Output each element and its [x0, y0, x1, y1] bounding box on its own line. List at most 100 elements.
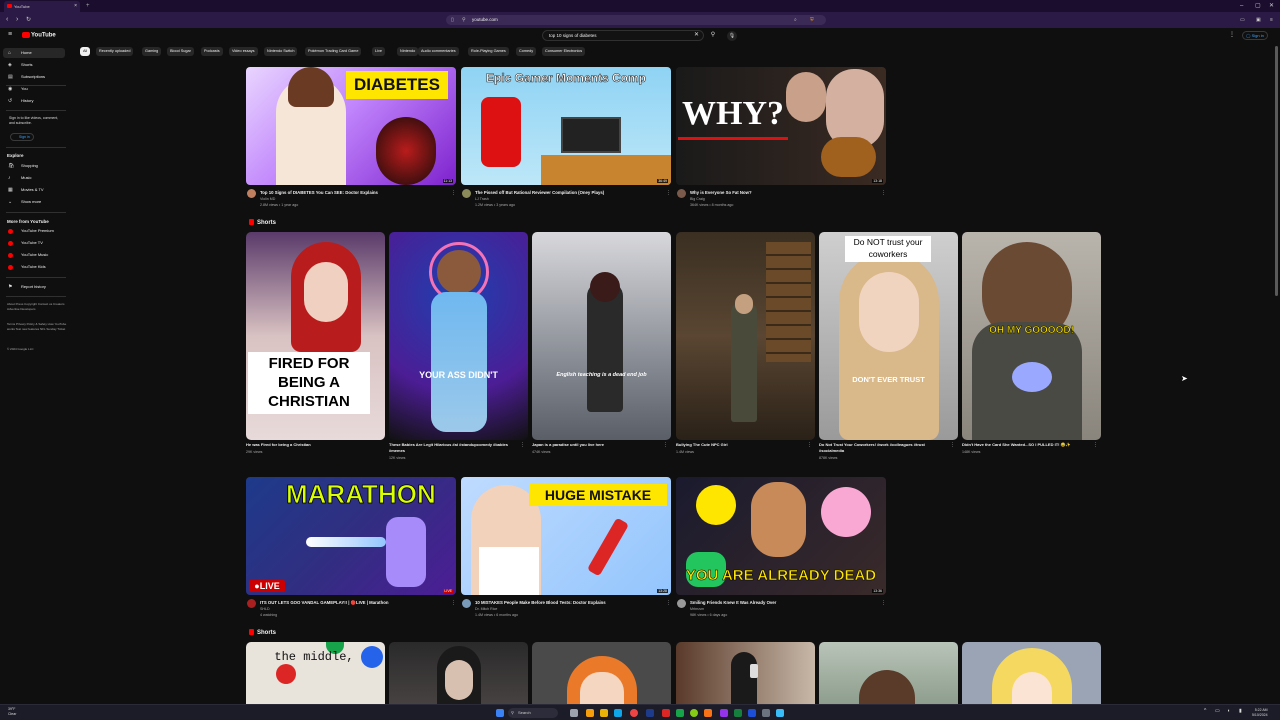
- short-thumbnail[interactable]: [532, 642, 671, 710]
- chip-video-essays[interactable]: Video essays: [229, 47, 258, 56]
- search-icon[interactable]: ⚲: [706, 30, 720, 41]
- video-menu-icon[interactable]: ⋮: [666, 600, 671, 606]
- short-thumbnail[interactable]: [676, 232, 815, 440]
- sidebar-show-more[interactable]: ⌄ Show more: [3, 197, 65, 207]
- video-menu-icon[interactable]: ⋮: [451, 190, 456, 196]
- battery-icon[interactable]: ▮: [1239, 708, 1242, 714]
- chip-consumer-electronics[interactable]: Consumer Electronics: [542, 47, 586, 56]
- sidebar-item-youtube-kids[interactable]: YouTube Kids: [3, 262, 65, 272]
- wallet-icon[interactable]: ▣: [1256, 12, 1261, 28]
- video-thumbnail[interactable]: YOU ARE ALREADY DEAD 13:36: [676, 477, 886, 595]
- app-icon[interactable]: [704, 709, 712, 717]
- chip-podcasts[interactable]: Podcasts: [201, 47, 223, 56]
- volume-icon[interactable]: ◖: [1227, 708, 1230, 714]
- page-scrollbar[interactable]: [1275, 46, 1278, 296]
- short-thumbnail[interactable]: [389, 642, 528, 710]
- channel-avatar[interactable]: [677, 599, 686, 608]
- channel-avatar[interactable]: [462, 189, 471, 198]
- chip-audio-commentaries[interactable]: Audio commentaries: [418, 47, 459, 56]
- chip-comedy[interactable]: Comedy: [516, 47, 537, 56]
- sidebar-item-subscriptions[interactable]: ▤ Subscriptions: [3, 72, 65, 82]
- task-view-icon[interactable]: [570, 709, 578, 717]
- browser-sidebar-icon[interactable]: ▭: [1240, 12, 1245, 28]
- brave-browser-icon[interactable]: [630, 709, 638, 717]
- sign-in-button[interactable]: ◯ Sign in: [1242, 31, 1268, 40]
- short-menu-icon[interactable]: ⋮: [520, 442, 525, 448]
- sidebar-item-history[interactable]: ↺ History: [3, 96, 65, 106]
- sidebar-item-youtube-tv[interactable]: YouTube TV: [3, 238, 65, 248]
- chip-nintendo[interactable]: Nintendo: [397, 47, 419, 56]
- short-menu-icon[interactable]: ⋮: [1093, 442, 1098, 448]
- address-bar[interactable]: ▯ ⚲ youtube.com ⌕ ⛨: [446, 15, 826, 25]
- browser-menu-icon[interactable]: ≡: [1270, 12, 1273, 28]
- maximize-button[interactable]: ▢: [1255, 0, 1261, 12]
- video-title[interactable]: Top 10 Signs of DIABETES You Can SEE: Do…: [260, 190, 378, 195]
- close-window-button[interactable]: ✕: [1269, 0, 1274, 12]
- tab-close-icon[interactable]: ×: [74, 1, 77, 12]
- video-title[interactable]: ITS OUT LETS GOO VANDAL GAMEPLAY!! | 🔴LI…: [260, 600, 388, 606]
- short-title[interactable]: He was Fired for being a Christian: [246, 442, 376, 448]
- brave-shield-icon[interactable]: ⛨: [810, 15, 814, 25]
- folder-icon[interactable]: [600, 709, 608, 717]
- channel-avatar[interactable]: [247, 189, 256, 198]
- short-menu-icon[interactable]: ⋮: [950, 442, 955, 448]
- chip-blood-sugar[interactable]: Blood Sugar: [167, 47, 194, 56]
- taskbar-search[interactable]: ⚲ Search: [508, 708, 558, 718]
- hamburger-menu-icon[interactable]: ≡: [8, 31, 12, 38]
- network-icon[interactable]: ▭: [1215, 708, 1220, 714]
- premiere-icon[interactable]: [748, 709, 756, 717]
- video-title[interactable]: Smiling Friends Knew It Was Already Over: [690, 600, 776, 605]
- short-title[interactable]: Didn't Have the Card She Wanted...SO I P…: [962, 442, 1092, 448]
- chip-gaming[interactable]: Gaming: [142, 47, 162, 56]
- short-title[interactable]: Japan is a paradise until you live here: [532, 442, 662, 448]
- steam-icon[interactable]: [646, 709, 654, 717]
- chip-pok-mon-trading-card-game[interactable]: Pokémon Trading Card Game: [305, 47, 362, 56]
- youtube-logo[interactable]: YouTube: [22, 32, 56, 39]
- edge-icon[interactable]: [614, 709, 622, 717]
- short-title[interactable]: Do Not Trust Your Coworkers! #work #coll…: [819, 442, 949, 454]
- app-icon[interactable]: [762, 709, 770, 717]
- video-title[interactable]: The Pissed off But Rational Reviewer Com…: [475, 190, 604, 195]
- chip-role-playing-games[interactable]: Role-Playing Games: [468, 47, 509, 56]
- sidebar-item-shorts[interactable]: ◈ Shorts: [3, 60, 65, 70]
- short-thumbnail[interactable]: FIRED FOR BEING A CHRISTIAN: [246, 232, 385, 440]
- video-menu-icon[interactable]: ⋮: [666, 190, 671, 196]
- file-explorer-icon[interactable]: [586, 709, 594, 717]
- minimize-button[interactable]: –: [1240, 0, 1243, 12]
- short-menu-icon[interactable]: ⋮: [807, 442, 812, 448]
- short-thumbnail[interactable]: the middle,: [246, 642, 385, 710]
- sidebar-item-premium[interactable]: YouTube Premium: [3, 226, 65, 236]
- chip-live[interactable]: Live: [372, 47, 385, 56]
- microphone-icon[interactable]: 🎙: [727, 31, 737, 41]
- video-menu-icon[interactable]: ⋮: [451, 600, 456, 606]
- video-menu-icon[interactable]: ⋮: [881, 190, 886, 196]
- short-title[interactable]: Bullying The Cute NPC Girl: [676, 442, 806, 448]
- forward-arrow-icon[interactable]: ›: [16, 12, 18, 28]
- short-thumbnail[interactable]: Do NOT trust your coworkers DON'T EVER T…: [819, 232, 958, 440]
- sidebar-sign-in-button[interactable]: Sign in: [10, 133, 34, 141]
- video-title[interactable]: 10 MISTAKES People Make Before Blood Tes…: [475, 600, 606, 605]
- tray-overflow-icon[interactable]: ^: [1204, 708, 1206, 714]
- new-tab-button[interactable]: +: [86, 0, 90, 12]
- video-menu-icon[interactable]: ⋮: [881, 600, 886, 606]
- search-input[interactable]: top 10 signs of diabetes: [542, 30, 704, 41]
- taskbar-clock[interactable]: 5:22 AM 5/10/2024: [1252, 708, 1268, 718]
- clear-search-icon[interactable]: ✕: [694, 31, 699, 38]
- sidebar-item-music[interactable]: ♪ Music: [3, 173, 65, 183]
- video-thumbnail[interactable]: HUGE MISTAKE 13:28: [461, 477, 671, 595]
- video-thumbnail[interactable]: WHY? 13:18: [676, 67, 886, 185]
- sidebar-item-report-history[interactable]: ⚑ Report history: [3, 282, 65, 292]
- zoom-icon[interactable]: ⌕: [794, 15, 797, 25]
- channel-avatar[interactable]: [247, 599, 256, 608]
- app-icon[interactable]: [776, 709, 784, 717]
- app-icon[interactable]: [676, 709, 684, 717]
- short-thumbnail[interactable]: [676, 642, 815, 710]
- sidebar-item-shopping[interactable]: 🛍 Shopping: [3, 161, 65, 171]
- browser-tab-youtube[interactable]: YouTube ×: [4, 1, 80, 12]
- short-thumbnail[interactable]: English teaching is a dead end job: [532, 232, 671, 440]
- reload-icon[interactable]: ↻: [26, 12, 31, 28]
- video-thumbnail[interactable]: Epic Gamer Moments Comp 36:49: [461, 67, 671, 185]
- back-arrow-icon[interactable]: ‹: [6, 12, 8, 28]
- app-icon[interactable]: [662, 709, 670, 717]
- settings-kebab-icon[interactable]: ⋮: [1229, 31, 1235, 38]
